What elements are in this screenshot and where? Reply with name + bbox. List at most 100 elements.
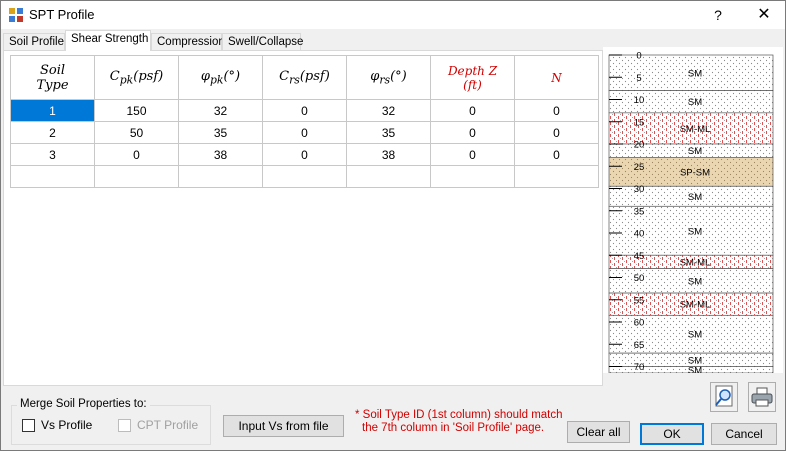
table-row: 1 150 32 0 32 0 0 bbox=[10, 99, 599, 122]
merge-group-legend: Merge Soil Properties to: bbox=[17, 398, 150, 410]
header-phi-rs: φrs(°) bbox=[346, 55, 431, 100]
table-cell[interactable]: 0 bbox=[514, 99, 599, 122]
header-depth-z-line2: (ft) bbox=[463, 77, 482, 92]
header-depth-z: Depth Z (ft) bbox=[430, 55, 515, 100]
tab-soil-profile[interactable]: Soil Profile bbox=[3, 33, 65, 51]
shear-strength-panel: Soil Type Cpk(psf) φpk(°) Crs(psf) φrs(°… bbox=[3, 50, 603, 386]
header-soil-type-line1: Soil bbox=[39, 62, 66, 78]
table-cell[interactable]: 35 bbox=[178, 121, 263, 144]
table-cell[interactable]: 1 bbox=[10, 99, 95, 122]
table-cell[interactable]: 50 bbox=[94, 121, 179, 144]
table-cell[interactable]: 0 bbox=[262, 143, 347, 166]
depth-tick-label: 20 bbox=[634, 140, 645, 151]
table-cell[interactable]: 150 bbox=[94, 99, 179, 122]
table-cell[interactable]: 32 bbox=[178, 99, 263, 122]
table-cell[interactable] bbox=[94, 165, 179, 188]
depth-tick-label: 5 bbox=[636, 73, 641, 84]
depth-tick-label: 45 bbox=[634, 251, 645, 262]
depth-tick-label: 40 bbox=[634, 229, 645, 240]
table-cell[interactable]: 0 bbox=[514, 143, 599, 166]
depth-tick-label: 25 bbox=[634, 162, 645, 173]
header-soil-type: Soil Type bbox=[10, 55, 95, 100]
depth-tick-label: 0 bbox=[636, 51, 641, 62]
header-phi-pk-subscript: pk bbox=[209, 73, 224, 87]
soil-layer-label: SM bbox=[688, 365, 702, 373]
table-cell[interactable]: 0 bbox=[262, 99, 347, 122]
help-button[interactable]: ? bbox=[701, 1, 735, 29]
depth-tick-label: 10 bbox=[634, 95, 645, 106]
table-header-row: Soil Type Cpk(psf) φpk(°) Crs(psf) φrs(°… bbox=[10, 55, 599, 100]
magnifier-icon bbox=[715, 385, 733, 407]
header-phi-rs-unit: (°) bbox=[390, 68, 407, 84]
header-phi-pk: φpk(°) bbox=[178, 55, 263, 100]
ok-button[interactable]: OK bbox=[640, 423, 704, 445]
depth-tick-label: 15 bbox=[634, 117, 645, 128]
depth-tick-label: 60 bbox=[634, 318, 645, 329]
header-phi-rs-subscript: rs bbox=[379, 73, 391, 87]
table-cell[interactable]: 35 bbox=[346, 121, 431, 144]
table-cell[interactable]: 0 bbox=[430, 121, 515, 144]
table-cell[interactable] bbox=[346, 165, 431, 188]
depth-tick-label: 55 bbox=[634, 295, 645, 306]
table-cell[interactable]: 38 bbox=[346, 143, 431, 166]
cancel-button[interactable]: Cancel bbox=[711, 423, 777, 445]
header-n-label: N bbox=[551, 70, 562, 85]
table-cell[interactable]: 0 bbox=[262, 121, 347, 144]
table-cell[interactable]: 0 bbox=[430, 143, 515, 166]
vs-profile-checkbox[interactable] bbox=[22, 419, 35, 432]
soil-layer-label: SM bbox=[688, 68, 702, 79]
table-cell[interactable] bbox=[178, 165, 263, 188]
header-phi-pk-symbol: φ bbox=[200, 68, 210, 84]
print-button[interactable] bbox=[748, 382, 776, 412]
close-button[interactable]: ✕ bbox=[745, 1, 783, 29]
header-phi-pk-unit: (°) bbox=[223, 68, 241, 84]
header-c-pk-symbol: C bbox=[109, 68, 120, 84]
window-title: SPT Profile bbox=[29, 7, 95, 22]
table-cell[interactable] bbox=[10, 165, 95, 188]
header-c-rs-unit: (psf) bbox=[299, 68, 330, 84]
input-vs-from-file-button[interactable]: Input Vs from file bbox=[223, 415, 344, 437]
header-c-rs-subscript: rs bbox=[289, 73, 300, 87]
soil-layer-label: SM bbox=[688, 330, 702, 341]
soil-profile-graphic: SMSMSM-MLSMSP-SMSMSMSM-MLSMSM-MLSMSMSM 0… bbox=[608, 51, 774, 373]
table-cell[interactable] bbox=[430, 165, 515, 188]
header-c-rs: Crs(psf) bbox=[262, 55, 347, 100]
header-phi-rs-symbol: φ bbox=[370, 68, 380, 84]
header-n: N bbox=[514, 55, 599, 100]
note-line-1: * Soil Type ID (1st column) should match bbox=[355, 409, 563, 421]
soil-type-note: * Soil Type ID (1st column) should match… bbox=[355, 409, 563, 435]
table-cell[interactable]: 32 bbox=[346, 99, 431, 122]
header-c-rs-symbol: C bbox=[279, 68, 290, 84]
note-line-2: the 7th column in 'Soil Profile' page. bbox=[362, 422, 545, 434]
table-cell[interactable]: 2 bbox=[10, 121, 95, 144]
soil-layer-label: SM bbox=[688, 146, 702, 157]
tab-compression[interactable]: Compression bbox=[151, 33, 225, 51]
header-c-pk: Cpk(psf) bbox=[94, 55, 179, 100]
soil-layer-label: SM-ML bbox=[680, 300, 711, 311]
table-cell[interactable]: 38 bbox=[178, 143, 263, 166]
header-c-pk-unit: (psf) bbox=[133, 68, 164, 84]
table-cell[interactable] bbox=[262, 165, 347, 188]
clear-all-button[interactable]: Clear all bbox=[567, 421, 630, 443]
table-cell[interactable] bbox=[514, 165, 599, 188]
cpt-profile-checkbox[interactable] bbox=[118, 419, 131, 432]
soil-layer-label: SM bbox=[688, 97, 702, 108]
table-row-new bbox=[10, 165, 599, 188]
table-cell[interactable]: 3 bbox=[10, 143, 95, 166]
vs-profile-label: Vs Profile bbox=[41, 418, 93, 432]
soil-layer-label: SM bbox=[688, 226, 702, 237]
tab-shear-strength[interactable]: Shear Strength bbox=[65, 30, 151, 51]
table-cell[interactable]: 0 bbox=[514, 121, 599, 144]
soil-layer-label: SM bbox=[688, 192, 702, 203]
title-bar: SPT Profile ? ✕ bbox=[1, 1, 785, 29]
depth-tick-label: 70 bbox=[634, 362, 645, 373]
app-icon bbox=[9, 8, 23, 22]
table-cell[interactable]: 0 bbox=[94, 143, 179, 166]
cpt-profile-label: CPT Profile bbox=[137, 418, 199, 432]
table-row: 2 50 35 0 35 0 0 bbox=[10, 121, 599, 144]
table-cell[interactable]: 0 bbox=[430, 99, 515, 122]
soil-layer-label: SM-ML bbox=[680, 257, 711, 268]
table-row: 3 0 38 0 38 0 0 bbox=[10, 143, 599, 166]
tab-swell-collapse[interactable]: Swell/Collapse bbox=[222, 33, 303, 51]
preview-button[interactable] bbox=[710, 382, 738, 412]
